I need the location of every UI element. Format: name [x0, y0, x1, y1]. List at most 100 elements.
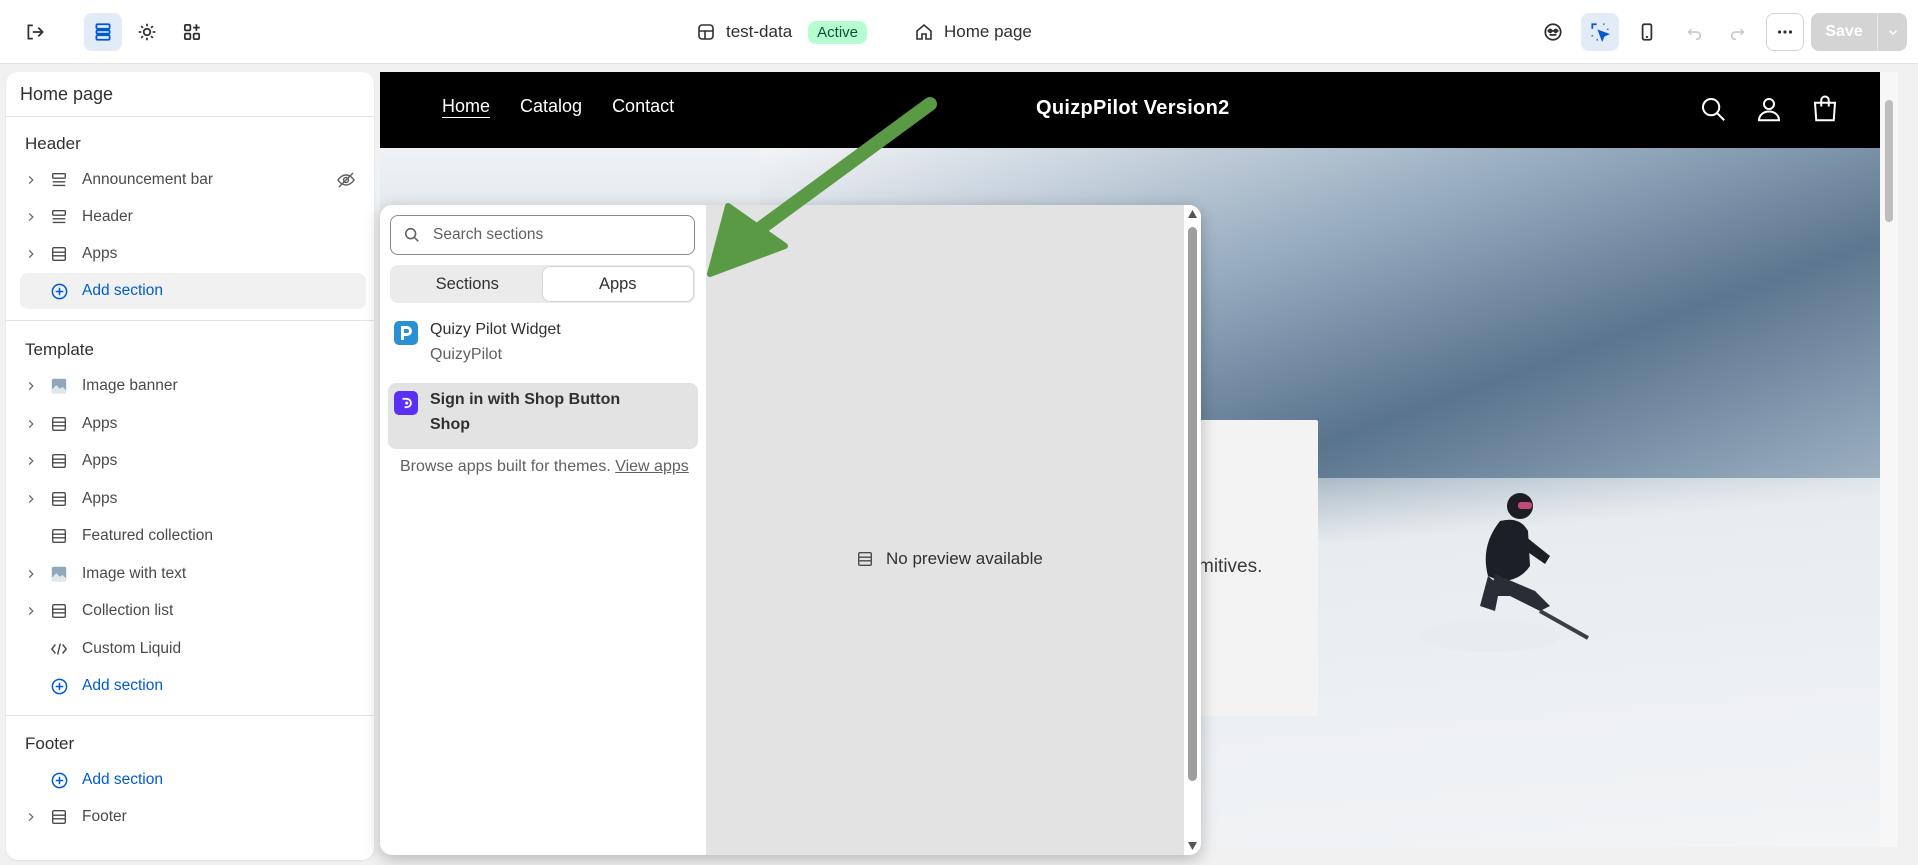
code-icon [46, 640, 72, 658]
store-header-icons [1698, 94, 1840, 129]
sidebar-title: Home page [20, 84, 114, 104]
skier-image [1420, 493, 1589, 652]
browse-apps-label: Browse apps built for themes. [400, 458, 611, 475]
no-preview-message: No preview available [856, 549, 1043, 569]
add-section-label: Add section [82, 677, 163, 694]
select-element-icon[interactable] [1581, 13, 1619, 51]
sidebar-item-custom-liquid[interactable]: Custom Liquid [20, 631, 366, 667]
store-nav-catalog[interactable]: Catalog [520, 96, 582, 117]
store-title[interactable]: QuizpPilot Version2 [1036, 97, 1230, 120]
plus-circle-icon [46, 771, 72, 790]
sidebar-item-announcement-bar[interactable]: Announcement bar [20, 162, 366, 198]
sidebar-item-apps[interactable]: Apps [20, 406, 366, 442]
editor-topbar: test-data Active Home page Save [0, 0, 1918, 64]
sidebar-item-label: Featured collection [82, 527, 213, 544]
app-vendor: QuizyPilot [430, 346, 503, 363]
sidebar-item-footer[interactable]: Footer [20, 799, 366, 835]
sidebar-item-label: Announcement bar [82, 171, 213, 188]
tab-apps[interactable]: Apps [542, 267, 693, 301]
save-button[interactable]: Save [1811, 13, 1907, 51]
chevron-down-icon[interactable] [1878, 25, 1907, 39]
section-picker-popover: Sections Apps Quizy Pilot Widget QuizyPi… [380, 205, 1201, 855]
apps-section-icon [46, 602, 72, 620]
picker-scrollbar[interactable] [1184, 205, 1201, 855]
theme-info[interactable]: test-data Active [696, 16, 868, 48]
theme-layout-icon [698, 24, 714, 40]
gear-icon[interactable] [128, 13, 166, 51]
chevron-right-icon[interactable] [20, 455, 42, 467]
search-sections-field[interactable] [390, 215, 695, 255]
add-section-button-template[interactable]: Add section [20, 668, 366, 704]
more-horizontal-icon [1777, 30, 1793, 34]
sidebar-item-image-banner[interactable]: Image banner [20, 368, 366, 404]
search-icon[interactable] [1698, 94, 1728, 129]
no-preview-label: No preview available [886, 549, 1043, 568]
undo-icon[interactable] [1674, 13, 1716, 51]
sidebar-divider [6, 320, 374, 321]
picker-tabs: Sections Apps [390, 265, 695, 303]
annotation-arrow [707, 97, 937, 277]
chevron-right-icon[interactable] [20, 248, 42, 260]
sidebar-item-header[interactable]: Header [20, 199, 366, 235]
picker-scroll-thumb[interactable] [1188, 227, 1197, 781]
eye-hidden-icon[interactable] [336, 170, 356, 195]
store-name: test-data [726, 22, 793, 41]
add-section-button-header[interactable]: Add section [20, 273, 366, 309]
scroll-down-icon[interactable] [1187, 841, 1198, 851]
preview-scrollbar[interactable] [1880, 72, 1898, 847]
sidebar-item-collection-list[interactable]: Collection list [20, 593, 366, 629]
exit-icon[interactable] [16, 13, 54, 51]
app-item-shop-sign-in[interactable]: Sign in with Shop Button Shop [388, 383, 698, 449]
sidebar-item-label: Apps [82, 245, 118, 262]
image-icon [46, 565, 72, 583]
search-input[interactable] [433, 226, 673, 244]
sidebar-item-label: Image with text [82, 565, 187, 582]
chevron-right-icon[interactable] [20, 418, 42, 430]
more-actions-button[interactable] [1766, 13, 1804, 51]
view-apps-link[interactable]: View apps [615, 458, 689, 475]
preview-scroll-thumb[interactable] [1885, 100, 1893, 222]
apps-section-icon [46, 415, 72, 433]
chevron-right-icon[interactable] [20, 811, 42, 823]
inspector-icon[interactable] [1534, 13, 1572, 51]
chevron-right-icon[interactable] [20, 493, 42, 505]
section-icon [46, 171, 72, 189]
section-icon [46, 208, 72, 226]
sidebar-item-featured-collection[interactable]: Featured collection [20, 518, 366, 554]
sidebar-item-apps[interactable]: Apps [20, 443, 366, 479]
store-nav: Home Catalog Contact [442, 96, 674, 117]
sections-icon[interactable] [84, 13, 122, 51]
section-icon [858, 552, 872, 566]
sections-sidebar: Home page Header Announcement bar Header… [6, 72, 374, 860]
store-nav-home[interactable]: Home [442, 96, 490, 117]
add-section-button-footer[interactable]: Add section [20, 762, 366, 798]
add-section-label: Add section [82, 282, 163, 299]
sidebar-item-apps[interactable]: Apps [20, 481, 366, 517]
status-badge: Active [808, 20, 868, 44]
chevron-right-icon[interactable] [20, 380, 42, 392]
scroll-up-icon[interactable] [1187, 209, 1198, 219]
redo-icon[interactable] [1716, 13, 1758, 51]
chevron-right-icon[interactable] [20, 605, 42, 617]
chevron-right-icon[interactable] [20, 568, 42, 580]
group-title-footer: Footer [25, 734, 75, 753]
account-icon[interactable] [1754, 94, 1784, 129]
image-icon [46, 377, 72, 395]
sidebar-item-apps[interactable]: Apps [20, 236, 366, 272]
cart-icon[interactable] [1810, 94, 1840, 129]
sidebar-item-image-with-text[interactable]: Image with text [20, 556, 366, 592]
group-title-template: Template [25, 340, 94, 359]
save-button-label: Save [1825, 23, 1863, 40]
chevron-right-icon[interactable] [20, 174, 42, 186]
app-vendor: Shop [430, 416, 470, 433]
sidebar-item-label: Collection list [82, 602, 174, 619]
app-embeds-icon[interactable] [173, 13, 211, 51]
store-nav-contact[interactable]: Contact [612, 96, 674, 117]
chevron-right-icon[interactable] [20, 211, 42, 223]
apps-section-icon [46, 808, 72, 826]
page-selector[interactable]: Home page [914, 16, 1032, 48]
tab-sections[interactable]: Sections [392, 267, 543, 301]
banner-text: mitives. [1198, 556, 1263, 577]
mobile-view-icon[interactable] [1628, 13, 1666, 51]
app-item-quizy-pilot[interactable]: Quizy Pilot Widget QuizyPilot [388, 313, 698, 379]
